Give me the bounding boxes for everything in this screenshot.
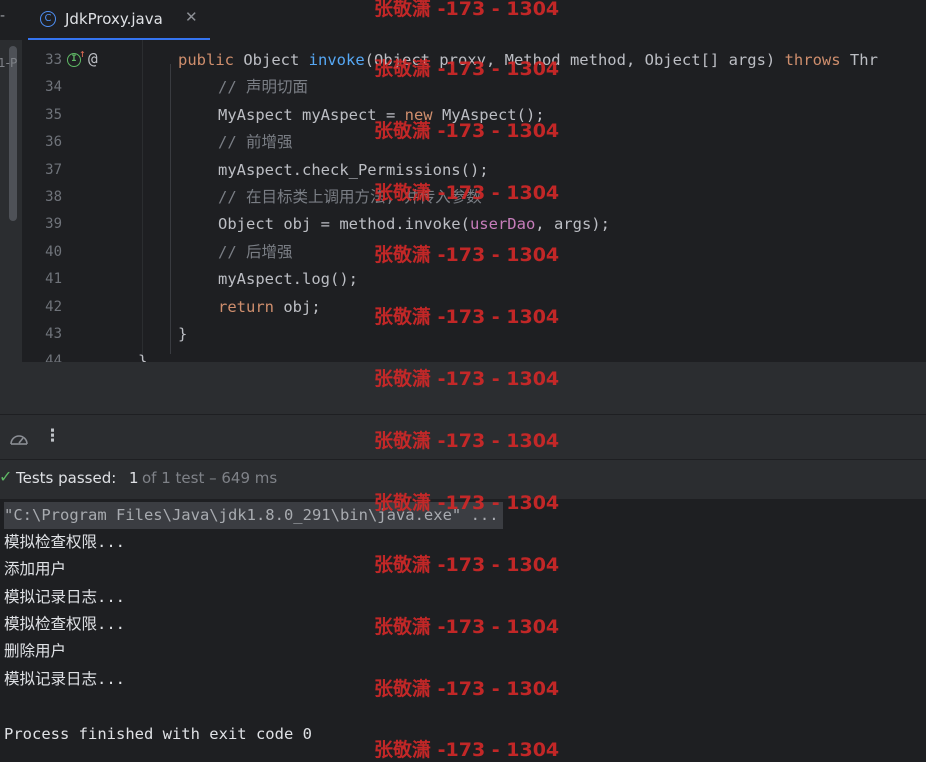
code-token: myAspect.log(); [218, 270, 358, 289]
tab-jdkproxy[interactable]: C JdkProxy.java ✕ [28, 0, 210, 40]
code-token: throws [784, 51, 850, 69]
code-text[interactable]: public Object invoke(Object proxy, Metho… [178, 47, 878, 74]
code-text[interactable]: myAspect.check_Permissions(); [218, 157, 489, 184]
code-token: return [218, 297, 284, 316]
code-token: public [178, 51, 244, 69]
code-line[interactable]: 34 // 声明切面 [22, 74, 926, 101]
code-token: , args); [535, 215, 610, 234]
code-token: Object [243, 51, 309, 69]
code-token: Thr [849, 51, 878, 69]
status-text: Tests passed: [16, 469, 117, 487]
console-line: 模拟记录日志... [4, 670, 125, 688]
code-line[interactable]: 44} [22, 348, 926, 362]
line-number: 34 [45, 79, 62, 96]
console-line: 删除用户 [4, 642, 67, 660]
line-number: 40 [45, 243, 62, 260]
code-text[interactable]: MyAspect myAspect = new MyAspect(); [218, 102, 545, 129]
code-token: // 前增强 [218, 133, 293, 152]
code-token: new [404, 105, 442, 124]
speedometer-icon[interactable] [8, 430, 30, 450]
console-output[interactable]: "C:\Program Files\Java\jdk1.8.0_291\bin\… [0, 499, 926, 755]
line-number: 35 [45, 106, 62, 123]
run-toolbar: ⋮ [0, 414, 926, 459]
code-line[interactable]: 36 // 前增强 [22, 129, 926, 156]
code-line[interactable]: 39 Object obj = method.invoke(userDao, ar… [22, 211, 926, 238]
annotation-icon[interactable]: @ [88, 49, 98, 69]
code-text[interactable]: } [138, 348, 147, 362]
code-token: } [138, 352, 148, 362]
code-line[interactable]: 40 // 后增强 [22, 239, 926, 266]
more-options-icon[interactable]: ⋮ [44, 426, 61, 446]
code-text[interactable]: // 后增强 [218, 239, 293, 266]
code-token: // 在目标类上调用方法, 并传入参数 [218, 188, 482, 206]
code-token: obj; [283, 297, 321, 316]
line-number: 33 [45, 52, 62, 68]
line-number: 38 [45, 189, 62, 205]
code-editor[interactable]: 33 public Object invoke(Object proxy, Met… [22, 40, 926, 362]
code-token: Object obj = method.invoke( [218, 215, 470, 234]
code-token: // 声明切面 [218, 78, 308, 97]
code-line[interactable]: 38 // 在目标类上调用方法, 并传入参数 [22, 184, 926, 211]
code-text[interactable]: myAspect.log(); [218, 266, 358, 293]
override-arrow-icon: ↑ [79, 47, 86, 60]
code-text[interactable]: Object obj = method.invoke(userDao, args… [218, 211, 610, 238]
code-line[interactable]: 43} [22, 321, 926, 348]
tab-label: JdkProxy.java [65, 10, 163, 28]
console-exit-line: Process finished with exit code 0 [4, 725, 312, 743]
console-line: 模拟检查权限... [4, 533, 125, 551]
console-line: 模拟检查权限... [4, 615, 125, 633]
code-text[interactable]: } [178, 321, 187, 348]
code-line[interactable]: 41 myAspect.log(); [22, 266, 926, 293]
line-number: 37 [45, 161, 62, 178]
status-count: 1 [129, 469, 139, 487]
code-text[interactable]: // 声明切面 [218, 74, 308, 101]
project-panel-edge: 1-P [0, 40, 22, 362]
code-line[interactable]: 35 MyAspect myAspect = new MyAspect(); [22, 102, 926, 129]
code-text[interactable]: return obj; [218, 294, 321, 321]
panel-divider-area [0, 362, 926, 414]
line-number: 42 [45, 298, 62, 315]
code-line[interactable]: 37 myAspect.check_Permissions(); [22, 157, 926, 184]
code-text[interactable]: // 在目标类上调用方法, 并传入参数 [218, 184, 482, 211]
line-number: 39 [45, 216, 62, 233]
code-token: invoke [308, 51, 365, 69]
line-number: 44 [45, 353, 62, 362]
check-icon: ✓ [0, 467, 13, 486]
code-token: } [178, 325, 188, 343]
code-line[interactable]: 42 return obj; [22, 294, 926, 321]
project-scrollbar[interactable] [9, 46, 17, 221]
console-line: 添加用户 [4, 560, 67, 578]
editor-tab-bar: - C JdkProxy.java ✕ [0, 0, 926, 40]
code-token: MyAspect(); [441, 105, 545, 124]
code-token: (Object proxy, Method method, Object[] a… [364, 51, 785, 69]
console-command-line[interactable]: "C:\Program Files\Java\jdk1.8.0_291\bin\… [4, 502, 503, 529]
console-line: 模拟记录日志... [4, 588, 125, 606]
tab-overflow-indicator[interactable]: - [0, 8, 5, 24]
project-panel-text: 1-P [0, 56, 18, 70]
line-number: 41 [45, 271, 62, 288]
code-token: userDao [469, 215, 536, 234]
code-token: MyAspect myAspect = [218, 105, 405, 124]
java-class-icon: C [40, 11, 56, 27]
status-detail: of 1 test – 649 ms [142, 469, 278, 487]
code-line[interactable]: 33 public Object invoke(Object proxy, Met… [22, 47, 926, 74]
line-number: 36 [45, 134, 62, 151]
code-text[interactable]: // 前增强 [218, 129, 293, 156]
test-status-bar: ✓ Tests passed: 1 of 1 test – 649 ms [0, 459, 926, 499]
close-icon[interactable]: ✕ [185, 8, 198, 26]
code-token: myAspect.check_Permissions(); [218, 160, 489, 179]
line-number: 43 [45, 326, 62, 342]
code-token: // 后增强 [218, 242, 293, 261]
